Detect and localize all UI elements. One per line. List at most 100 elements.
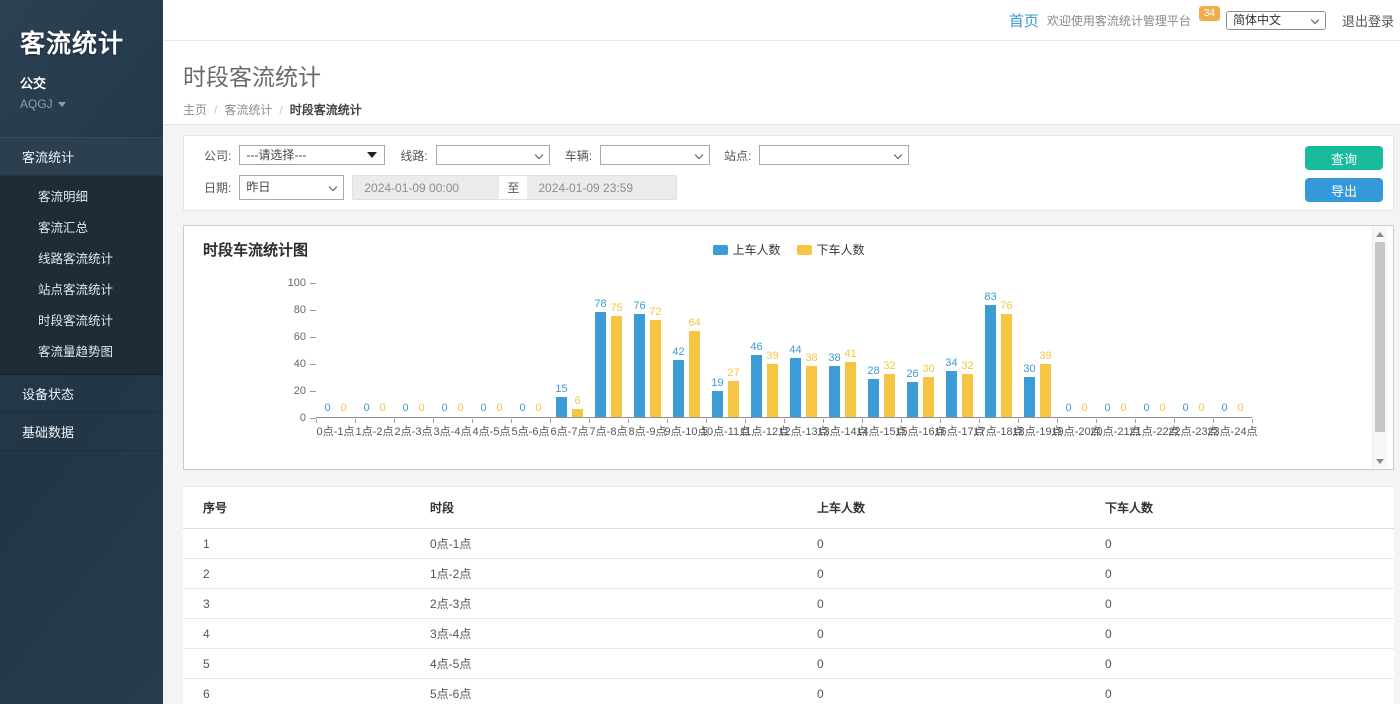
- bar-下车人数-12[interactable]: [806, 366, 817, 417]
- table-header-1: 时段: [430, 487, 817, 529]
- y-axis-tick: [310, 283, 316, 284]
- scrollbar-thumb[interactable]: [1375, 242, 1385, 432]
- y-axis-label: 40: [268, 358, 306, 370]
- vehicle-select[interactable]: [600, 145, 710, 165]
- welcome-text: 欢迎使用客流统计管理平台: [1047, 12, 1191, 29]
- bar-下车人数-16[interactable]: [962, 374, 973, 417]
- sidebar-subitem-1[interactable]: 客流汇总: [0, 211, 163, 242]
- language-value: 简体中文: [1233, 13, 1281, 27]
- table-row: 65点-6点00: [183, 679, 1394, 704]
- table-row: 32点-3点00: [183, 589, 1394, 619]
- bar-上车人数-11[interactable]: [751, 355, 762, 417]
- bar-下车人数-14[interactable]: [884, 374, 895, 417]
- y-axis-tick: [310, 364, 316, 365]
- bar-上车人数-7[interactable]: [595, 312, 606, 417]
- company-select[interactable]: ---请选择---: [239, 145, 385, 165]
- org-code-label: AQGJ: [20, 97, 53, 111]
- logout-link[interactable]: 退出登录: [1342, 11, 1394, 30]
- company-select-value: ---请选择---: [246, 148, 306, 162]
- table-cell-3-0: 4: [183, 619, 430, 649]
- table-cell-1-2: 0: [817, 559, 1105, 589]
- table-cell-5-3: 0: [1105, 679, 1394, 704]
- bar-下车人数-10[interactable]: [728, 381, 739, 417]
- table-cell-1-0: 2: [183, 559, 430, 589]
- bar-下车人数-17[interactable]: [1001, 314, 1012, 417]
- bar-value-label: 32: [955, 360, 981, 372]
- sidebar-item-1[interactable]: 设备状态: [0, 375, 163, 413]
- sidebar-item-0[interactable]: 客流统计: [0, 137, 163, 176]
- y-axis-label: 20: [268, 385, 306, 397]
- bar-下车人数-15[interactable]: [923, 377, 934, 418]
- date-to-input[interactable]: 2024-01-09 23:59: [527, 176, 676, 199]
- chevron-down-icon: [894, 151, 902, 159]
- table-cell-0-2: 0: [817, 529, 1105, 559]
- table-cell-2-1: 2点-3点: [430, 589, 817, 619]
- bar-下车人数-18[interactable]: [1040, 364, 1051, 417]
- filter-panel: 公司: ---请选择--- 线路: 车辆: 站点:: [183, 135, 1394, 211]
- table-row: 21点-2点00: [183, 559, 1394, 589]
- bar-下车人数-9[interactable]: [689, 331, 700, 417]
- bar-上车人数-16[interactable]: [946, 371, 957, 417]
- vertical-scrollbar[interactable]: [1372, 227, 1387, 468]
- sidebar-subitem-4[interactable]: 时段客流统计: [0, 304, 163, 335]
- home-link[interactable]: 首页: [1009, 10, 1039, 31]
- sidebar-item-2[interactable]: 基础数据: [0, 413, 163, 451]
- sidebar-subitem-2[interactable]: 线路客流统计: [0, 242, 163, 273]
- table-cell-4-0: 5: [183, 649, 430, 679]
- breadcrumb-item-1[interactable]: 客流统计: [224, 101, 272, 118]
- station-label: 站点:: [724, 147, 751, 164]
- bar-value-label: 39: [1033, 350, 1059, 362]
- chevron-down-icon: [58, 102, 66, 107]
- table-cell-5-0: 6: [183, 679, 430, 704]
- legend-item-0[interactable]: 上车人数: [712, 241, 780, 258]
- bar-上车人数-15[interactable]: [907, 382, 918, 417]
- page-title: 时段客流统计: [183, 58, 1400, 92]
- date-range-select[interactable]: 昨日: [239, 175, 344, 200]
- scroll-down-arrow-icon[interactable]: [1373, 454, 1387, 468]
- bar-上车人数-10[interactable]: [712, 391, 723, 417]
- breadcrumb-item-2: 时段客流统计: [290, 101, 362, 118]
- date-range-value: 昨日: [246, 180, 270, 194]
- bar-上车人数-13[interactable]: [829, 366, 840, 417]
- language-select[interactable]: 简体中文: [1226, 11, 1326, 30]
- sidebar-subitem-5[interactable]: 客流量趋势图: [0, 335, 163, 366]
- chevron-down-icon: [1311, 15, 1319, 23]
- bar-上车人数-9[interactable]: [673, 360, 684, 417]
- bar-上车人数-14[interactable]: [868, 379, 879, 417]
- y-axis-tick: [310, 337, 316, 338]
- table-cell-5-1: 5点-6点: [430, 679, 817, 704]
- y-axis-label: 80: [268, 304, 306, 316]
- chevron-down-icon: [534, 151, 542, 159]
- bar-下车人数-13[interactable]: [845, 362, 856, 417]
- sidebar-menu: 客流统计客流明细客流汇总线路客流统计站点客流统计时段客流统计客流量趋势图设备状态…: [0, 137, 163, 451]
- table-header-row: 序号时段上车人数下车人数: [183, 487, 1394, 529]
- line-select[interactable]: [436, 145, 550, 165]
- bar-下车人数-8[interactable]: [650, 320, 661, 417]
- bar-上车人数-17[interactable]: [985, 305, 996, 417]
- legend-label: 上车人数: [732, 241, 780, 258]
- legend-item-1[interactable]: 下车人数: [797, 241, 865, 258]
- chart-title: 时段车流统计图: [203, 239, 308, 260]
- search-button[interactable]: 查询: [1305, 146, 1383, 170]
- breadcrumb-item-0[interactable]: 主页: [183, 101, 207, 118]
- notification-badge[interactable]: 34: [1199, 6, 1220, 21]
- breadcrumb: 主页/客流统计/时段客流统计: [183, 101, 1400, 118]
- bar-下车人数-6[interactable]: [572, 409, 583, 417]
- export-button[interactable]: 导出: [1305, 178, 1383, 202]
- sidebar-subitem-0[interactable]: 客流明细: [0, 180, 163, 211]
- y-axis-label: 100: [268, 277, 306, 289]
- scroll-up-arrow-icon[interactable]: [1373, 227, 1387, 241]
- date-from-input[interactable]: 2024-01-09 00:00: [353, 176, 499, 199]
- sidebar-subitem-3[interactable]: 站点客流统计: [0, 273, 163, 304]
- bar-下车人数-7[interactable]: [611, 316, 622, 417]
- bar-上车人数-12[interactable]: [790, 358, 801, 417]
- table-row: 10点-1点00: [183, 529, 1394, 559]
- bar-上车人数-18[interactable]: [1024, 377, 1035, 418]
- station-select[interactable]: [759, 145, 909, 165]
- bar-上车人数-8[interactable]: [634, 314, 645, 417]
- breadcrumb-separator: /: [279, 103, 282, 117]
- bar-下车人数-11[interactable]: [767, 364, 778, 417]
- org-code-dropdown[interactable]: AQGJ: [0, 92, 163, 111]
- filter-row-1: 公司: ---请选择--- 线路: 车辆: 站点:: [204, 145, 1393, 165]
- bar-value-label: 6: [565, 395, 591, 407]
